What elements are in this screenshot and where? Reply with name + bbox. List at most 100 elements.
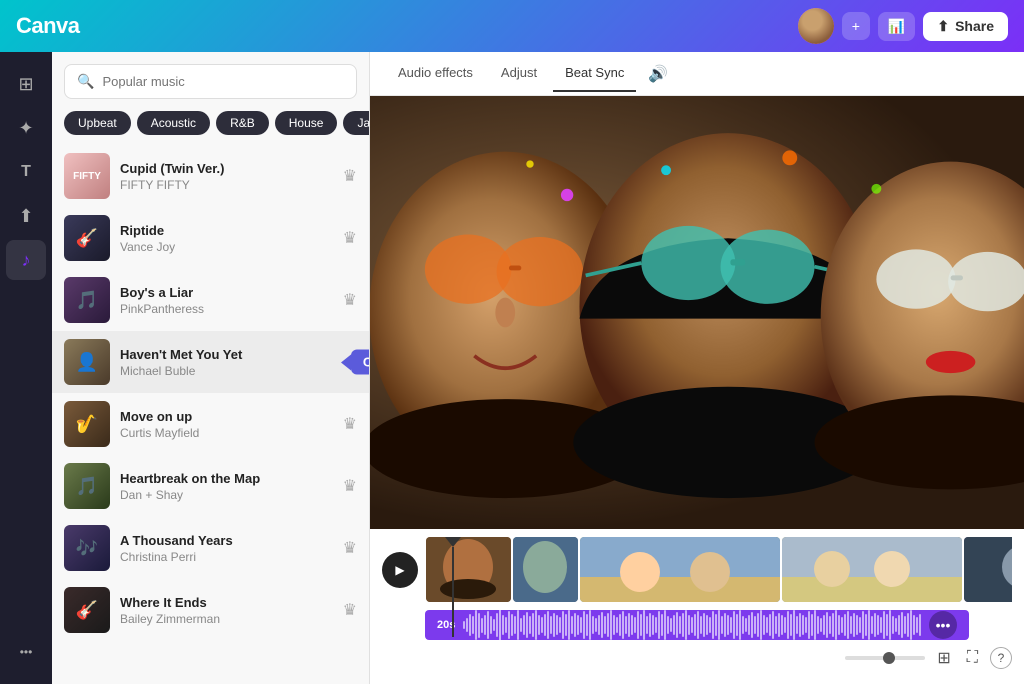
search-icon: 🔍 [77, 73, 94, 90]
track-artist: FIFTY FIFTY [120, 178, 333, 192]
track-title: A Thousand Years [120, 533, 333, 548]
track-thumb: 🎸 [64, 587, 110, 633]
tooltip-label: Charlie [351, 350, 369, 375]
tab-bar: Audio effects Adjust Beat Sync 🔊 [370, 52, 1024, 96]
video-simulation [370, 96, 1024, 529]
track-info: Where It Ends Bailey Zimmerman [120, 595, 333, 626]
track-thumb: 🎵 [64, 463, 110, 509]
navbar-right: + 📊 ⬆ Share [798, 8, 1008, 44]
download-icon[interactable]: ♛ [343, 476, 357, 496]
track-item[interactable]: 🎷 Move on up Curtis Mayfield ♛ [52, 393, 369, 455]
waveform [463, 610, 921, 640]
sidebar-item-grid[interactable]: ⊞ [6, 64, 46, 104]
download-icon[interactable]: ♛ [343, 414, 357, 434]
video-strip[interactable] [964, 537, 1012, 602]
grid-view-button[interactable]: ⊞ [933, 644, 954, 672]
sidebar-item-music[interactable]: ♪ [6, 240, 46, 280]
bottom-toolbar: ⊞ ⛶ ? [370, 640, 1024, 676]
strip-svg [782, 537, 962, 602]
download-icon[interactable]: ♛ [343, 538, 357, 558]
track-artist: Bailey Zimmerman [120, 612, 333, 626]
genre-jazz[interactable]: Jazz [343, 111, 369, 135]
analytics-button[interactable]: 📊 [878, 12, 915, 41]
sidebar-item-text[interactable]: T [6, 152, 46, 192]
strip-svg [580, 537, 780, 602]
sidebar-item-more[interactable]: ••• [6, 632, 46, 672]
avatar[interactable] [798, 8, 834, 44]
track-title: Cupid (Twin Ver.) [120, 161, 333, 176]
track-list: FIFTY Cupid (Twin Ver.) FIFTY FIFTY ♛ 🎸 … [52, 145, 369, 684]
video-strips [426, 537, 1012, 602]
tab-adjust[interactable]: Adjust [489, 55, 549, 92]
track-artist: Michael Buble [120, 364, 357, 378]
audio-waveform-bar[interactable]: 20s ••• [425, 610, 969, 640]
playhead [452, 537, 454, 637]
video-strip[interactable] [513, 537, 578, 602]
track-item[interactable]: 🎶 A Thousand Years Christina Perri ♛ [52, 517, 369, 579]
track-title: Move on up [120, 409, 333, 424]
main-layout: ⊞ ✦ T ⬆ ♪ ••• 🔍 Upbeat Acoustic R&B Hous… [0, 52, 1024, 684]
track-info: Boy's a Liar PinkPantheress [120, 285, 333, 316]
strip-svg [964, 537, 1012, 602]
share-button[interactable]: ⬆ Share [923, 12, 1008, 41]
track-item[interactable]: 🎵 Heartbreak on the Map Dan + Shay ♛ [52, 455, 369, 517]
track-item[interactable]: 🎸 Riptide Vance Joy ♛ [52, 207, 369, 269]
add-button[interactable]: + [842, 12, 870, 40]
strip-svg [513, 537, 578, 602]
search-input[interactable] [102, 74, 344, 89]
genre-rb[interactable]: R&B [216, 111, 269, 135]
sidebar-item-elements[interactable]: ✦ [6, 108, 46, 148]
fullscreen-button[interactable]: ⛶ [963, 645, 982, 671]
track-info: Move on up Curtis Mayfield [120, 409, 333, 440]
tab-audio-effects[interactable]: Audio effects [386, 55, 485, 92]
avatar-image [798, 8, 834, 44]
content-area: Audio effects Adjust Beat Sync 🔊 [370, 52, 1024, 684]
download-icon[interactable]: ♛ [343, 228, 357, 248]
navbar: Canva + 📊 ⬆ Share [0, 0, 1024, 52]
video-strip[interactable] [580, 537, 780, 602]
strip-svg [426, 537, 511, 602]
track-thumb: 🎵 [64, 277, 110, 323]
genre-tags: Upbeat Acoustic R&B House Jazz › [52, 111, 369, 145]
sidebar-icons: ⊞ ✦ T ⬆ ♪ ••• [0, 52, 52, 684]
track-info: Haven't Met You Yet Michael Buble [120, 347, 357, 378]
genre-acoustic[interactable]: Acoustic [137, 111, 210, 135]
track-artist: Christina Perri [120, 550, 333, 564]
track-title: Boy's a Liar [120, 285, 333, 300]
video-preview [370, 96, 1024, 529]
track-artist: Curtis Mayfield [120, 426, 333, 440]
canva-logo: Canva [16, 13, 80, 39]
video-strip[interactable] [426, 537, 511, 602]
playhead-line [452, 547, 454, 637]
share-icon: ⬆ [937, 18, 949, 35]
track-title: Heartbreak on the Map [120, 471, 333, 486]
zoom-slider[interactable] [845, 656, 925, 660]
track-info: Heartbreak on the Map Dan + Shay [120, 471, 333, 502]
track-artist: Vance Joy [120, 240, 333, 254]
track-item-active[interactable]: 👤 Haven't Met You Yet Michael Buble Char… [52, 331, 369, 393]
audio-more-button[interactable]: ••• [929, 611, 957, 639]
track-thumb: 🎸 [64, 215, 110, 261]
video-svg [370, 96, 1024, 529]
sidebar-item-upload[interactable]: ⬆ [6, 196, 46, 236]
help-button[interactable]: ? [990, 647, 1012, 669]
genre-house[interactable]: House [275, 111, 338, 135]
track-title: Where It Ends [120, 595, 333, 610]
download-icon[interactable]: ♛ [343, 166, 357, 186]
genre-upbeat[interactable]: Upbeat [64, 111, 131, 135]
volume-icon[interactable]: 🔊 [648, 64, 668, 84]
track-item[interactable]: 🎸 Where It Ends Bailey Zimmerman ♛ [52, 579, 369, 641]
track-item[interactable]: FIFTY Cupid (Twin Ver.) FIFTY FIFTY ♛ [52, 145, 369, 207]
download-icon[interactable]: ♛ [343, 600, 357, 620]
track-item[interactable]: 🎵 Boy's a Liar PinkPantheress ♛ [52, 269, 369, 331]
download-icon[interactable]: ♛ [343, 290, 357, 310]
playhead-triangle [445, 537, 461, 547]
tab-beat-sync[interactable]: Beat Sync [553, 55, 636, 92]
track-info: A Thousand Years Christina Perri [120, 533, 333, 564]
timeline-area: ▶ [370, 529, 1024, 684]
play-button[interactable]: ▶ [382, 552, 418, 588]
video-strip[interactable] [782, 537, 962, 602]
track-artist: PinkPantheress [120, 302, 333, 316]
music-panel: 🔍 Upbeat Acoustic R&B House Jazz › FIFTY… [52, 52, 370, 684]
track-title: Riptide [120, 223, 333, 238]
